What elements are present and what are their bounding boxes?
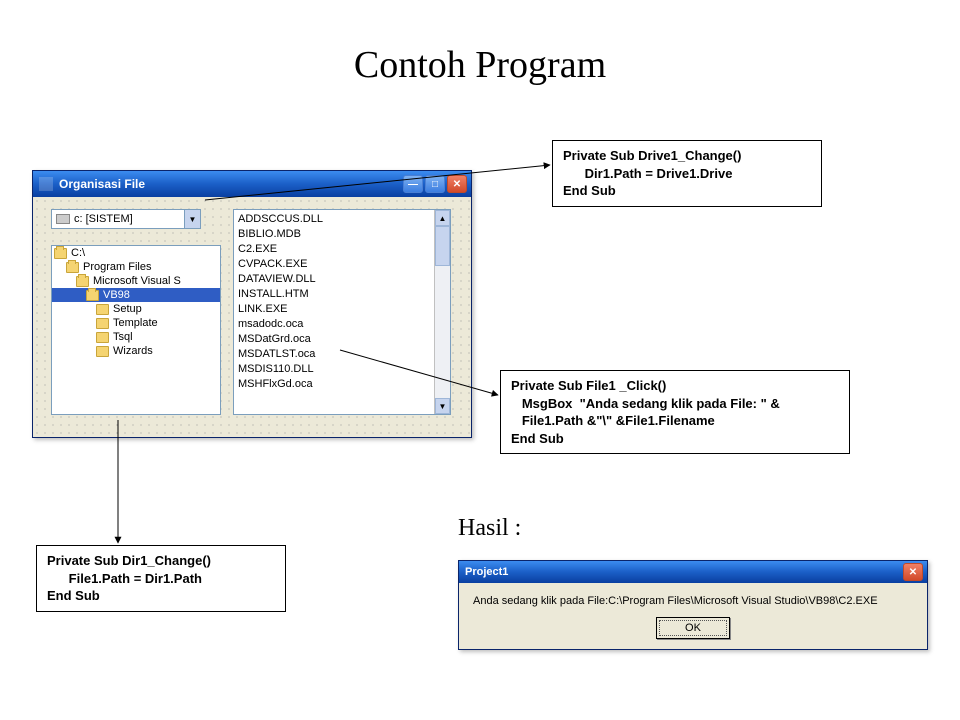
- code-dir-change: Private Sub Dir1_Change() File1.Path = D…: [36, 545, 286, 612]
- folder-icon: [96, 304, 109, 315]
- folder-icon: [96, 318, 109, 329]
- folder-icon: [76, 276, 89, 287]
- dir-item[interactable]: C:\: [52, 246, 220, 260]
- file-item[interactable]: C2.EXE: [238, 242, 430, 257]
- dir-label: Template: [113, 317, 158, 329]
- drive-text: c: [SISTEM]: [74, 213, 133, 225]
- result-label: Hasil :: [458, 515, 521, 542]
- file-item[interactable]: MSHFlxGd.oca: [238, 377, 430, 392]
- folder-icon: [54, 248, 67, 259]
- file-item[interactable]: MSDIS110.DLL: [238, 362, 430, 377]
- drive-combobox[interactable]: c: [SISTEM] ▼: [51, 209, 201, 229]
- dir-item[interactable]: Template: [52, 316, 220, 330]
- file-item[interactable]: MSDatGrd.oca: [238, 332, 430, 347]
- form-body: c: [SISTEM] ▼ C:\ Program Files Microsoft …: [33, 197, 471, 437]
- dir-label: Wizards: [113, 345, 153, 357]
- dir-item[interactable]: Wizards: [52, 344, 220, 358]
- dir-label: C:\: [71, 247, 85, 259]
- window-title: Organisasi File: [59, 177, 145, 191]
- scroll-track[interactable]: [435, 226, 450, 398]
- dir-item[interactable]: Microsoft Visual S: [52, 274, 220, 288]
- dir-label: Setup: [113, 303, 142, 315]
- msgbox-titlebar[interactable]: Project1 ✕: [459, 561, 927, 583]
- dir-item[interactable]: Tsql: [52, 330, 220, 344]
- file-item[interactable]: MSDATLST.oca: [238, 347, 430, 362]
- dir-label: Program Files: [83, 261, 151, 273]
- dir-label: Tsql: [113, 331, 133, 343]
- dir-item[interactable]: VB98: [52, 288, 220, 302]
- ok-button[interactable]: OK: [656, 617, 730, 639]
- page-title: Contoh Program: [0, 43, 960, 87]
- msgbox-text: Anda sedang klik pada File:C:\Program Fi…: [459, 583, 927, 617]
- close-button[interactable]: ✕: [447, 175, 467, 193]
- file-item[interactable]: DATAVIEW.DLL: [238, 272, 430, 287]
- folder-icon: [96, 332, 109, 343]
- vb-form-window: Organisasi File — □ ✕ c: [SISTEM] ▼ C:\ P…: [32, 170, 472, 438]
- folder-icon: [86, 290, 99, 301]
- scroll-down-button[interactable]: ▼: [435, 398, 450, 414]
- msgbox-close-button[interactable]: ✕: [903, 563, 923, 581]
- dir-label: Microsoft Visual S: [93, 275, 181, 287]
- dir-item[interactable]: Program Files: [52, 260, 220, 274]
- dir-item[interactable]: Setup: [52, 302, 220, 316]
- msgbox-title: Project1: [465, 566, 508, 578]
- code-file-click: Private Sub File1 _Click() MsgBox "Anda …: [500, 370, 850, 454]
- maximize-button[interactable]: □: [425, 175, 445, 193]
- file-item[interactable]: LINK.EXE: [238, 302, 430, 317]
- scroll-up-button[interactable]: ▲: [435, 210, 450, 226]
- file-item[interactable]: BIBLIO.MDB: [238, 227, 430, 242]
- file-listbox[interactable]: ADDSCCUS.DLLBIBLIO.MDBC2.EXECVPACK.EXEDA…: [233, 209, 451, 415]
- vb-titlebar[interactable]: Organisasi File — □ ✕: [33, 171, 471, 197]
- file-item[interactable]: INSTALL.HTM: [238, 287, 430, 302]
- code-drive-change: Private Sub Drive1_Change() Dir1.Path = …: [552, 140, 822, 207]
- folder-icon: [96, 346, 109, 357]
- drive-icon: [56, 214, 70, 224]
- msgbox-window: Project1 ✕ Anda sedang klik pada File:C:…: [458, 560, 928, 650]
- file-item[interactable]: msadodc.oca: [238, 317, 430, 332]
- minimize-button[interactable]: —: [403, 175, 423, 193]
- dir-label: VB98: [103, 289, 130, 301]
- app-icon: [39, 177, 53, 191]
- file-item[interactable]: CVPACK.EXE: [238, 257, 430, 272]
- file-scrollbar[interactable]: ▲ ▼: [434, 210, 450, 414]
- file-item[interactable]: ADDSCCUS.DLL: [238, 212, 430, 227]
- folder-icon: [66, 262, 79, 273]
- chevron-down-icon[interactable]: ▼: [184, 210, 200, 228]
- directory-listbox[interactable]: C:\ Program Files Microsoft Visual S VB98 Se…: [51, 245, 221, 415]
- scroll-thumb[interactable]: [435, 226, 450, 266]
